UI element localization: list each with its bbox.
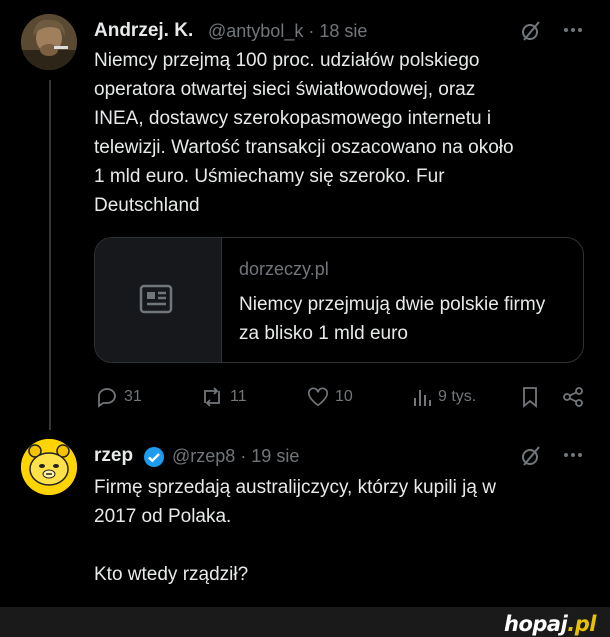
- repost-button[interactable]: 11: [200, 386, 247, 408]
- avatar-rzep[interactable]: [21, 439, 77, 495]
- verified-badge-icon: [143, 446, 165, 473]
- grok-icon[interactable]: [520, 445, 542, 472]
- repost-count: 11: [230, 388, 247, 405]
- article-icon: [139, 284, 173, 314]
- author-name[interactable]: Andrzej. K.: [94, 20, 193, 42]
- views-count: 9 tys.: [438, 388, 477, 405]
- reply-icon: [98, 388, 116, 408]
- repost-icon: [204, 387, 220, 407]
- heart-icon: [308, 387, 328, 407]
- views-button[interactable]: 9 tys.: [412, 386, 476, 408]
- more-options-icon[interactable]: [563, 445, 583, 470]
- bookmark-icon: [523, 387, 537, 408]
- reply-button[interactable]: 31: [96, 386, 142, 408]
- views-icon: [414, 390, 431, 406]
- more-options-icon[interactable]: [563, 20, 583, 45]
- tweet-text: Firmę sprzedają australijczycy, którzy k…: [94, 477, 496, 585]
- grok-icon[interactable]: [520, 20, 542, 47]
- share-icon: [563, 387, 583, 407]
- tweet-text: Niemcy przejmą 100 proc. udziałów polski…: [94, 50, 514, 216]
- reply-count: 31: [124, 388, 142, 405]
- author-name[interactable]: rzep: [94, 445, 133, 467]
- card-thumbnail: [95, 238, 222, 362]
- author-handle-date[interactable]: @rzep8 · 19 sie: [172, 446, 299, 467]
- avatar-andrzej[interactable]: [21, 14, 77, 70]
- like-count: 10: [335, 388, 353, 405]
- bookmark-button[interactable]: [520, 386, 540, 408]
- thread-connector-line: [49, 80, 51, 430]
- watermark-logo: hopaj.pl: [504, 612, 596, 636]
- card-title: Niemcy przejmują dwie polskie firmy za b…: [239, 294, 546, 344]
- share-button[interactable]: [562, 386, 584, 408]
- like-button[interactable]: 10: [307, 386, 353, 408]
- card-domain: dorzeczy.pl: [239, 259, 329, 279]
- link-card[interactable]: dorzeczy.pl Niemcy przejmują dwie polski…: [94, 237, 584, 363]
- author-handle-date[interactable]: @antybol_k · 18 sie: [208, 21, 367, 42]
